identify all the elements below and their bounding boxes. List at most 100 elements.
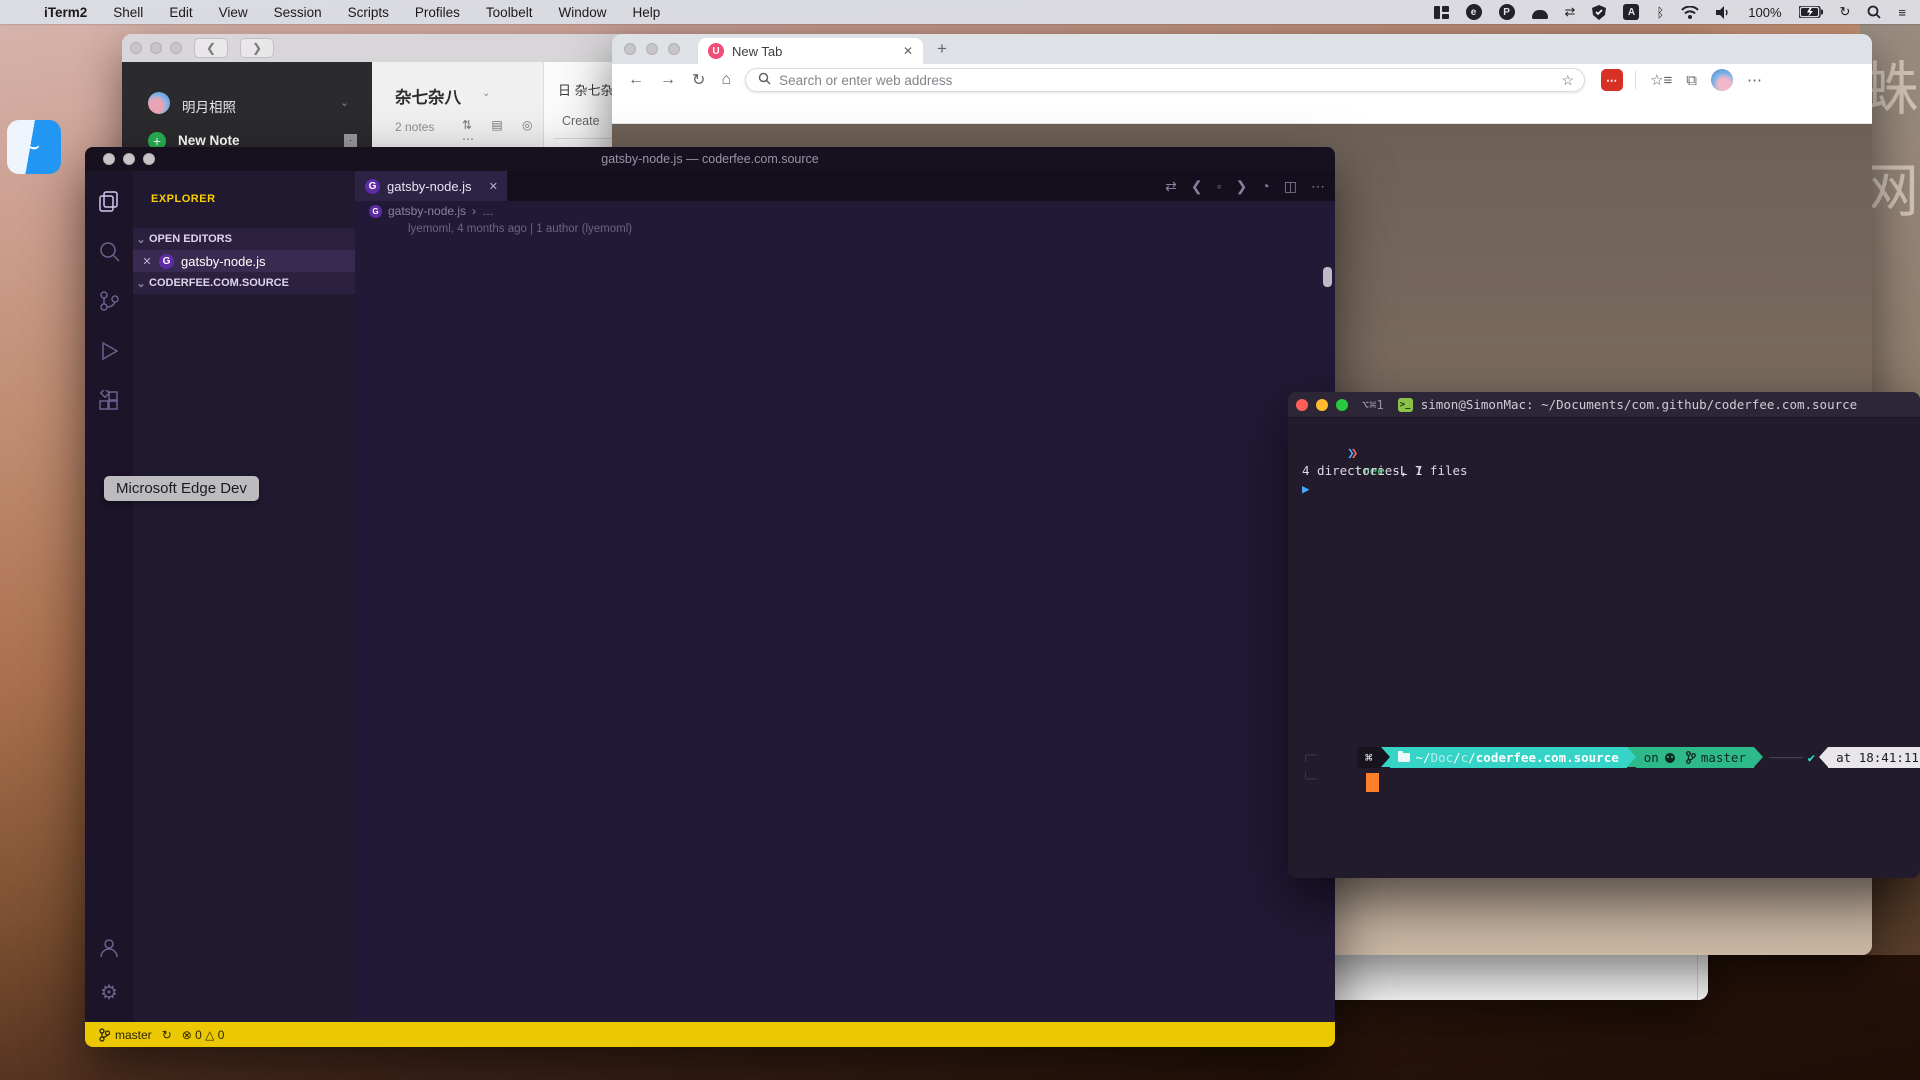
app-menu-title[interactable]: iTerm2 [44, 5, 87, 20]
toggle-changes-icon[interactable]: ⇄ [1165, 178, 1177, 195]
new-tab-button[interactable]: + [937, 39, 947, 59]
zoom-icon[interactable] [1336, 399, 1348, 411]
nav-forward-icon[interactable]: ❯ [1236, 178, 1248, 195]
nav-back-icon[interactable]: ❮ [1191, 178, 1203, 195]
split-editor-icon[interactable]: ◫ [1284, 178, 1297, 195]
bluetooth-icon[interactable]: ᛒ [1656, 3, 1664, 21]
grid-icon[interactable] [344, 134, 357, 147]
create-label: Create [562, 114, 600, 128]
accounts-icon[interactable] [85, 926, 133, 970]
settings-gear-icon[interactable]: ⚙ [85, 970, 133, 1014]
menu-item-scripts[interactable]: Scripts [348, 5, 389, 20]
terminal-body[interactable]: ❯❯ tree -L 1 4 directories, 7 files ▶ ╭─… [1302, 426, 1920, 878]
menu-item-edit[interactable]: Edit [169, 5, 192, 20]
close-icon[interactable]: ✕ [139, 255, 155, 268]
new-note-button[interactable]: New Note [178, 133, 240, 148]
menu-item-help[interactable]: Help [632, 5, 660, 20]
forward-icon[interactable]: → [660, 71, 676, 89]
chevron-down-icon[interactable]: ⌄ [340, 96, 349, 109]
run-debug-icon[interactable] [85, 329, 133, 373]
menu-item-session[interactable]: Session [274, 5, 322, 20]
project-section-header[interactable]: ⌄ CODERFEE.COM.SOURCE [133, 272, 355, 294]
menu-item-view[interactable]: View [219, 5, 248, 20]
source-control-icon[interactable] [85, 279, 133, 323]
onepassword-menu-icon[interactable]: P [1499, 4, 1515, 20]
close-icon[interactable] [1296, 399, 1308, 411]
address-bar[interactable]: Search or enter web address ☆ [745, 68, 1585, 92]
menu-bar: iTerm2 Shell Edit View Session Scripts Profil… [0, 0, 1920, 24]
close-tab-icon[interactable]: ✕ [489, 180, 498, 193]
zoom-icon[interactable] [668, 43, 680, 55]
git-branch-indicator[interactable]: master [99, 1028, 152, 1042]
avatar[interactable] [148, 92, 170, 114]
account-name[interactable]: 明月相照 [182, 96, 236, 116]
finder-icon[interactable]: ⌣ [7, 120, 61, 174]
minimize-icon[interactable] [1316, 399, 1328, 411]
menu-item-shell[interactable]: Shell [113, 5, 143, 20]
nav-dot-icon[interactable]: ◦ [1217, 178, 1222, 194]
terminal-cursor [1366, 773, 1379, 792]
command-line: ❯❯ tree -L 1 [1302, 426, 1920, 444]
tab-new-tab[interactable]: U New Tab ✕ [698, 38, 923, 64]
spotlight-icon[interactable] [1867, 3, 1881, 21]
close-icon[interactable] [624, 43, 636, 55]
menu-item-toolbelt[interactable]: Toolbelt [486, 5, 533, 20]
home-icon[interactable]: ⌂ [721, 71, 731, 89]
zoom-icon[interactable] [143, 153, 155, 165]
more-menu-icon[interactable]: ⋯ [1747, 71, 1762, 89]
menu-item-window[interactable]: Window [558, 5, 606, 20]
window-manager-icon[interactable] [1434, 3, 1449, 21]
menu-item-profiles[interactable]: Profiles [415, 5, 460, 20]
back-icon[interactable]: ← [628, 71, 644, 89]
chevron-down-icon: ⌄ [133, 277, 149, 290]
explorer-icon[interactable] [85, 179, 133, 223]
folder-icon [1398, 753, 1410, 762]
shield-check-menu-icon[interactable] [1592, 3, 1606, 21]
list-toolbar-icons[interactable]: ⇅ ▤ ◎ ⋯ [462, 118, 543, 146]
more-actions-icon[interactable]: ⋯ [1311, 178, 1325, 195]
zoom-icon[interactable] [170, 42, 182, 54]
git-segment: on master [1636, 747, 1754, 768]
sync-menu-icon[interactable]: ↻ [1840, 3, 1851, 21]
extension-icon[interactable]: ⋯ [1601, 69, 1623, 91]
profile-avatar[interactable] [1711, 69, 1733, 91]
breadcrumb[interactable]: G gatsby-node.js › … [355, 201, 1335, 221]
search-icon[interactable] [85, 229, 133, 273]
tab-gatsby-node[interactable]: G gatsby-node.js ✕ [355, 171, 507, 201]
terminal-titlebar: ⌥⌘1 >_ simon@SimonMac: ~/Documents/com.g… [1288, 392, 1920, 418]
volume-icon[interactable] [1716, 3, 1731, 21]
close-tab-icon[interactable]: ✕ [903, 44, 913, 58]
notification-center-icon[interactable]: ≡ [1898, 3, 1906, 21]
back-button[interactable]: ❮ [194, 38, 228, 58]
open-editor-item[interactable]: ✕ G gatsby-node.js [133, 250, 355, 272]
reload-icon[interactable]: ↻ [692, 70, 705, 90]
open-editors-header[interactable]: ⌄ OPEN EDITORS [133, 228, 355, 250]
scrollbar-thumb[interactable] [1323, 267, 1332, 287]
favorite-star-icon[interactable]: ☆ [1562, 72, 1575, 89]
close-icon[interactable] [130, 42, 142, 54]
wifi-icon[interactable] [1681, 3, 1699, 21]
explorer-title: EXPLORER [151, 193, 216, 205]
minimize-icon[interactable] [150, 42, 162, 54]
code-editor[interactable]: lyemoml, 4 months ago | 1 author (lyemom… [355, 221, 1321, 1022]
extensions-icon[interactable] [85, 379, 133, 423]
chevron-down-icon[interactable]: ⌄ [482, 88, 490, 99]
codelens[interactable]: lyemoml, 4 months ago | 1 author (lyemom… [355, 221, 1321, 238]
evernote-menu-icon[interactable]: e [1466, 4, 1482, 20]
battery-icon[interactable] [1799, 3, 1823, 21]
switch-menu-icon[interactable]: ⇄ [1565, 3, 1576, 21]
input-source-icon[interactable]: A [1623, 4, 1639, 20]
minimize-icon[interactable] [646, 43, 658, 55]
tab-title: New Tab [732, 44, 782, 59]
favorites-bar-icon[interactable]: ☆≡ [1650, 71, 1672, 89]
notebook-title[interactable]: 杂七杂八 [395, 84, 461, 108]
problems-indicator[interactable]: ⊗ 0 △ 0 [182, 1028, 225, 1042]
alfred-menu-icon[interactable] [1532, 10, 1548, 19]
collections-icon[interactable]: ⧉ [1686, 72, 1697, 89]
minimize-icon[interactable] [123, 153, 135, 165]
divider [1635, 71, 1636, 89]
close-icon[interactable] [103, 153, 115, 165]
sync-icon[interactable]: ↻ [162, 1028, 172, 1042]
forward-button[interactable]: ❯ [240, 38, 274, 58]
timeline-icon[interactable]: ◔ [1261, 178, 1269, 194]
